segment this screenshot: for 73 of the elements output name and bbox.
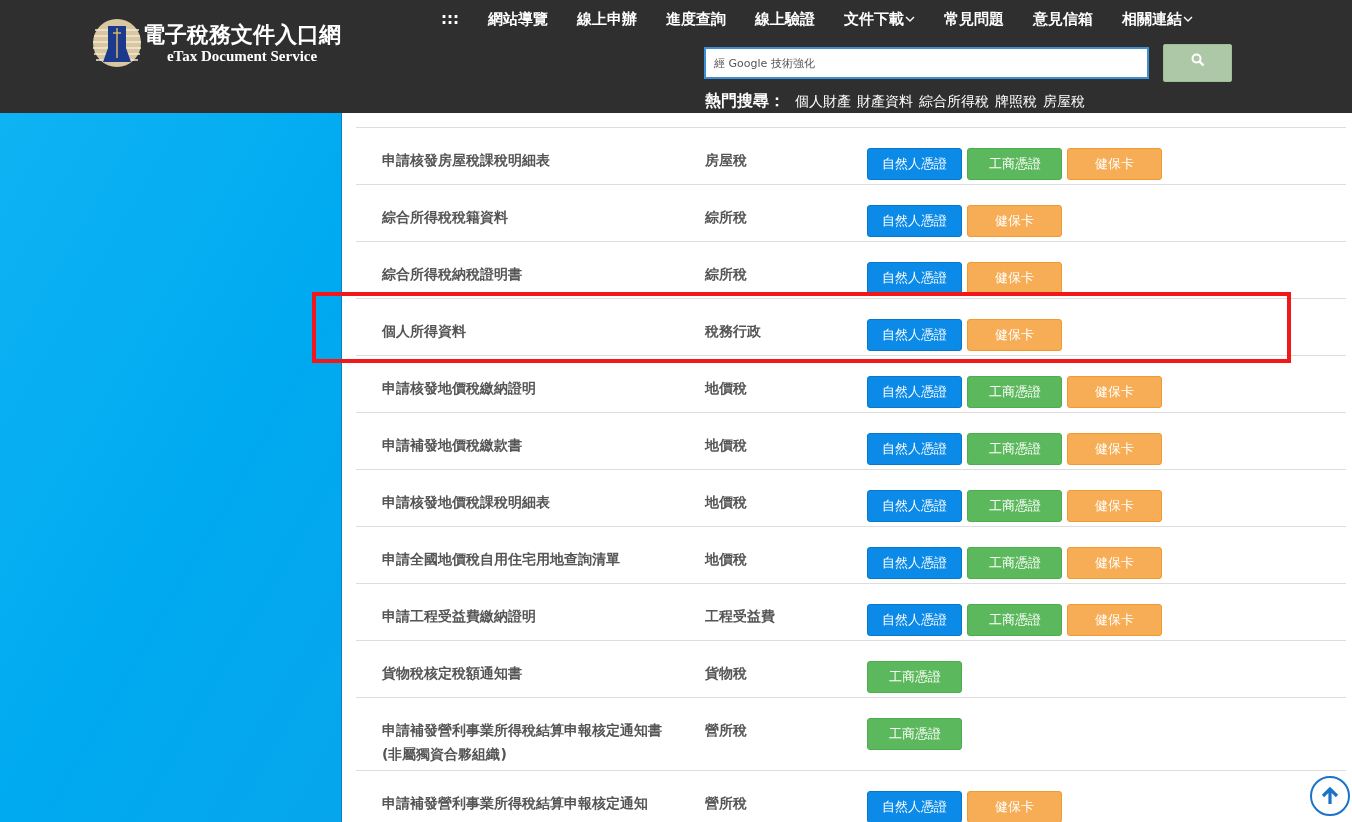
- tax-type: 營所稅: [705, 721, 748, 740]
- tax-type: 稅務行政: [705, 322, 762, 341]
- nav-link[interactable]: 文件下載: [844, 8, 915, 30]
- nav-link[interactable]: :::: [441, 8, 459, 30]
- hot-search-link[interactable]: 綜合所得稅: [919, 92, 989, 111]
- document-name: 綜合所得稅納稅證明書: [382, 265, 523, 284]
- tax-type: 地價稅: [705, 379, 748, 398]
- document-name: 申請全國地價稅自用住宅用地查詢清單: [382, 550, 621, 569]
- search-field[interactable]: 經 Google 技術強化: [704, 47, 1149, 79]
- hot-search-label: 熱門搜尋：: [705, 91, 785, 112]
- document-name: 申請補發營利事業所得稅結算申報核定通知書(非屬獨資合夥組織): [382, 721, 663, 764]
- nav-link[interactable]: 線上申辦: [577, 8, 637, 30]
- certificate-button[interactable]: 工商憑證: [967, 604, 1062, 636]
- certificate-button[interactable]: 工商憑證: [967, 490, 1062, 522]
- document-name: 申請工程受益費繳納證明: [382, 607, 537, 626]
- certificate-button[interactable]: 健保卡: [967, 205, 1062, 237]
- certificate-button[interactable]: 工商憑證: [967, 433, 1062, 465]
- certificate-button[interactable]: 健保卡: [1067, 604, 1162, 636]
- tax-type: 工程受益費: [705, 607, 776, 626]
- certificate-button[interactable]: 自然人憑證: [867, 262, 962, 294]
- certificate-button[interactable]: 自然人憑證: [867, 490, 962, 522]
- tax-type: 房屋稅: [705, 151, 748, 170]
- certificate-button[interactable]: 自然人憑證: [867, 547, 962, 579]
- certificate-button[interactable]: 健保卡: [1067, 490, 1162, 522]
- certificate-button[interactable]: 健保卡: [1067, 433, 1162, 465]
- certificate-button[interactable]: 健保卡: [1067, 148, 1162, 180]
- certificate-button[interactable]: 工商憑證: [967, 376, 1062, 408]
- search-icon: [1190, 53, 1205, 67]
- logo-icon: [93, 18, 141, 68]
- certificate-button[interactable]: 健保卡: [967, 262, 1062, 294]
- tax-type: 貨物稅: [705, 664, 748, 683]
- certificate-button[interactable]: 工商憑證: [867, 718, 962, 750]
- certificate-button[interactable]: 自然人憑證: [867, 433, 962, 465]
- hot-search-link[interactable]: 財產資料: [857, 92, 913, 111]
- certificate-button[interactable]: 自然人憑證: [867, 604, 962, 636]
- hot-search-link[interactable]: 牌照稅: [995, 92, 1037, 111]
- hot-search-link[interactable]: 個人財產: [795, 92, 851, 111]
- document-name: 申請核發地價稅課稅明細表: [382, 493, 551, 512]
- certificate-button[interactable]: 健保卡: [967, 791, 1062, 822]
- site-title: 電子稅務文件入口網: [143, 21, 341, 48]
- nav-link[interactable]: 常見問題: [944, 8, 1004, 30]
- tax-type: 地價稅: [705, 493, 748, 512]
- certificate-button[interactable]: 工商憑證: [967, 547, 1062, 579]
- certificate-button[interactable]: 自然人憑證: [867, 376, 962, 408]
- nav-link[interactable]: 進度查詢: [666, 8, 726, 30]
- tax-type: 地價稅: [705, 550, 748, 569]
- certificate-button[interactable]: 自然人憑證: [867, 205, 962, 237]
- certificate-button[interactable]: 工商憑證: [967, 148, 1062, 180]
- tax-type: 營所稅: [705, 794, 748, 813]
- certificate-button[interactable]: 健保卡: [1067, 547, 1162, 579]
- up-arrow-icon: [1320, 786, 1340, 806]
- document-name: 貨物稅核定稅額通知書: [382, 664, 523, 683]
- site-subtitle: eTax Document Service: [166, 47, 318, 65]
- certificate-button[interactable]: 自然人憑證: [867, 319, 962, 351]
- tax-type: 綜所稅: [705, 208, 748, 227]
- hot-search-link[interactable]: 房屋稅: [1043, 92, 1085, 111]
- tax-type: 綜所稅: [705, 265, 748, 284]
- certificate-button[interactable]: 工商憑證: [867, 661, 962, 693]
- nav-link[interactable]: 相關連結: [1122, 8, 1193, 30]
- document-name: 申請核發房屋稅課稅明細表: [382, 151, 551, 170]
- tax-type: 地價稅: [705, 436, 748, 455]
- certificate-button[interactable]: 自然人憑證: [867, 791, 962, 822]
- document-name: 綜合所得稅稅籍資料: [382, 208, 509, 227]
- nav-link[interactable]: 意見信箱: [1033, 8, 1093, 30]
- document-name: 申請補發地價稅繳款書: [382, 436, 523, 455]
- certificate-button[interactable]: 健保卡: [967, 319, 1062, 351]
- document-name: 申請核發地價稅繳納證明: [382, 379, 537, 398]
- nav-link[interactable]: 網站導覽: [488, 8, 548, 30]
- document-name: 個人所得資料: [382, 322, 467, 341]
- certificate-button[interactable]: 健保卡: [1067, 376, 1162, 408]
- certificate-button[interactable]: 自然人憑證: [867, 148, 962, 180]
- nav-link[interactable]: 線上驗證: [755, 8, 815, 30]
- document-name: 申請補發營利事業所得稅結算申報核定通知: [382, 794, 649, 813]
